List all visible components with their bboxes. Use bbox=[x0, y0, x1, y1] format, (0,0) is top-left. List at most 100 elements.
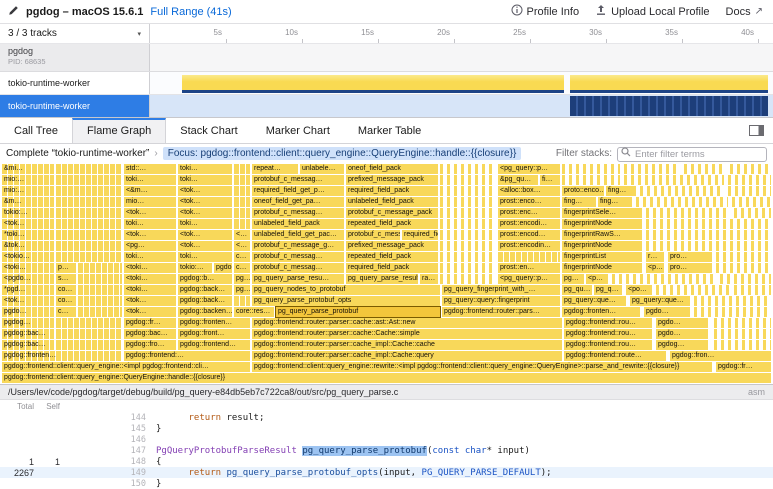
flame-filler[interactable] bbox=[612, 274, 716, 284]
thread-track-2-canvas[interactable] bbox=[150, 95, 773, 117]
flame-frame[interactable]: pgdog::fr… bbox=[124, 318, 176, 328]
flame-frame[interactable]: <p… bbox=[586, 274, 608, 284]
flame-frame[interactable]: tokio:… bbox=[2, 208, 54, 218]
tab-flame-graph[interactable]: Flame Graph bbox=[72, 118, 166, 143]
flame-frame[interactable]: toki… bbox=[178, 175, 232, 185]
flame-frame[interactable]: pgdog::fronten… bbox=[562, 307, 640, 317]
flame-frame[interactable]: <tok… bbox=[178, 197, 232, 207]
flame-frame[interactable]: repeated_field_pack bbox=[346, 252, 438, 262]
flame-frame[interactable]: &pg_qu… bbox=[498, 175, 538, 185]
flame-filler[interactable] bbox=[234, 208, 250, 218]
flame-filler[interactable] bbox=[234, 164, 250, 174]
flame-frame[interactable]: pgdog::bac… bbox=[2, 329, 54, 339]
flame-frame[interactable]: protobuf_c_messag… bbox=[252, 263, 344, 273]
flame-frame[interactable]: pgdog::backen… bbox=[178, 307, 232, 317]
flame-filler[interactable] bbox=[716, 263, 771, 273]
flame-filler[interactable] bbox=[440, 263, 496, 273]
flame-filler[interactable] bbox=[640, 186, 724, 196]
flame-frame[interactable]: <p… bbox=[646, 263, 664, 273]
flame-frame[interactable]: oneof_field_pack bbox=[346, 164, 438, 174]
edit-profile-name-icon[interactable] bbox=[8, 5, 19, 19]
flame-filler[interactable] bbox=[78, 296, 122, 306]
full-range-link[interactable]: Full Range (41s) bbox=[150, 6, 231, 18]
flame-frame[interactable]: mio… bbox=[124, 197, 176, 207]
flame-frame[interactable]: pgdog::frontend::route… bbox=[564, 351, 666, 361]
flame-frame[interactable]: <toki… bbox=[2, 263, 54, 273]
flame-filler[interactable] bbox=[716, 252, 771, 262]
flame-filler[interactable] bbox=[730, 164, 771, 174]
flame-filler[interactable] bbox=[78, 285, 122, 295]
flame-frame[interactable]: <po… bbox=[626, 285, 652, 295]
flame-frame[interactable]: ra… bbox=[420, 274, 438, 284]
flame-frame[interactable]: fi… bbox=[540, 175, 560, 185]
flame-frame[interactable]: pgdog::frontend::client::query_engine::Q… bbox=[2, 373, 771, 383]
flame-frame[interactable]: p… bbox=[56, 263, 76, 273]
flame-frame[interactable]: <tok… bbox=[2, 219, 54, 229]
process-track[interactable]: pgdog PID: 68635 bbox=[0, 44, 773, 72]
flame-filler[interactable] bbox=[646, 241, 771, 251]
flame-filler[interactable] bbox=[56, 252, 122, 262]
flame-filler[interactable] bbox=[728, 175, 771, 185]
flame-filler[interactable] bbox=[646, 208, 730, 218]
flame-filler[interactable] bbox=[440, 164, 496, 174]
flame-filler[interactable] bbox=[56, 175, 122, 185]
flame-frame[interactable]: pgdog::fronten… bbox=[178, 318, 250, 328]
thread-track-1-label[interactable]: tokio-runtime-worker bbox=[0, 72, 150, 94]
flame-frame[interactable]: pgdog::frontend::rou… bbox=[564, 329, 652, 339]
flame-frame[interactable]: <tok… bbox=[124, 208, 176, 218]
flame-filler[interactable] bbox=[714, 329, 771, 339]
flame-filler[interactable] bbox=[562, 164, 620, 174]
flame-frame[interactable]: fing… bbox=[562, 197, 596, 207]
flame-filler[interactable] bbox=[56, 208, 122, 218]
flame-frame[interactable]: pgdog::frontend… bbox=[178, 340, 250, 350]
flame-frame[interactable]: mio:… bbox=[2, 175, 54, 185]
flame-filler[interactable] bbox=[78, 274, 122, 284]
flame-filler[interactable] bbox=[694, 296, 771, 306]
flame-frame[interactable]: pgdog… bbox=[2, 318, 54, 328]
flame-frame[interactable]: prost::en… bbox=[498, 263, 560, 273]
flame-frame[interactable]: protobuf_c_messag… bbox=[346, 230, 400, 240]
flame-frame[interactable]: pg_query_parse_protobuf bbox=[276, 307, 440, 317]
upload-local-profile-button[interactable]: Upload Local Profile bbox=[595, 4, 709, 19]
flame-frame[interactable]: std::… bbox=[124, 164, 176, 174]
flame-frame[interactable]: fing… bbox=[598, 197, 632, 207]
thread-track-2-label[interactable]: tokio-runtime-worker bbox=[0, 95, 150, 117]
flame-frame[interactable]: <tok… bbox=[124, 230, 176, 240]
tab-marker-chart[interactable]: Marker Chart bbox=[252, 118, 344, 143]
timeline-ruler[interactable]: 5s10s15s20s25s30s35s40s bbox=[150, 24, 773, 43]
flame-frame[interactable]: pg_query_fingerprint_with_… bbox=[442, 285, 560, 295]
flame-frame[interactable]: prost::encodin… bbox=[498, 241, 560, 251]
flame-frame[interactable]: fingerprintList bbox=[562, 252, 642, 262]
flame-frame[interactable]: pg… bbox=[562, 274, 584, 284]
flame-frame[interactable]: r… bbox=[646, 252, 664, 262]
flame-frame[interactable]: pgdog::back… bbox=[178, 285, 232, 295]
flame-filler[interactable] bbox=[732, 197, 771, 207]
flame-frame[interactable]: pgdog::b… bbox=[214, 263, 232, 273]
flame-frame[interactable]: <tok… bbox=[178, 208, 232, 218]
flame-frame[interactable]: toki… bbox=[124, 252, 176, 262]
flame-frame[interactable]: pgdog::frontend::router::parser::cache_i… bbox=[252, 351, 562, 361]
flame-frame[interactable]: <tok… bbox=[124, 307, 176, 317]
flame-frame[interactable]: pgdog::frontend::rou… bbox=[564, 340, 652, 350]
flame-filler[interactable] bbox=[440, 208, 496, 218]
docs-link[interactable]: Docs ↗ bbox=[726, 6, 763, 18]
flame-frame[interactable]: toki… bbox=[178, 164, 232, 174]
flame-frame[interactable]: pgdog::frontend::router::parser::cache::… bbox=[252, 318, 562, 328]
flame-frame[interactable]: c… bbox=[56, 307, 76, 317]
flame-frame[interactable]: unlabeled_field_pack bbox=[252, 219, 344, 229]
flame-filler[interactable] bbox=[684, 164, 726, 174]
flame-frame[interactable]: <pg_query::p… bbox=[498, 274, 560, 284]
flame-frame[interactable]: required_field_pack bbox=[346, 263, 438, 273]
flame-frame[interactable]: protobuf_c_message_g… bbox=[252, 241, 344, 251]
flame-filler[interactable] bbox=[694, 307, 771, 317]
flame-frame[interactable]: &m… bbox=[2, 197, 54, 207]
flame-frame[interactable]: repeat… bbox=[252, 164, 298, 174]
tab-stack-chart[interactable]: Stack Chart bbox=[166, 118, 251, 143]
flame-frame[interactable]: pg… bbox=[234, 285, 250, 295]
flame-filler[interactable] bbox=[56, 318, 122, 328]
flame-frame[interactable]: toki… bbox=[124, 219, 176, 229]
flame-frame[interactable]: core::res… bbox=[234, 307, 274, 317]
flame-frame[interactable]: toki… bbox=[124, 175, 176, 185]
flame-frame[interactable]: <pgdo… bbox=[2, 274, 54, 284]
thread-track-1-canvas[interactable] bbox=[150, 72, 773, 94]
